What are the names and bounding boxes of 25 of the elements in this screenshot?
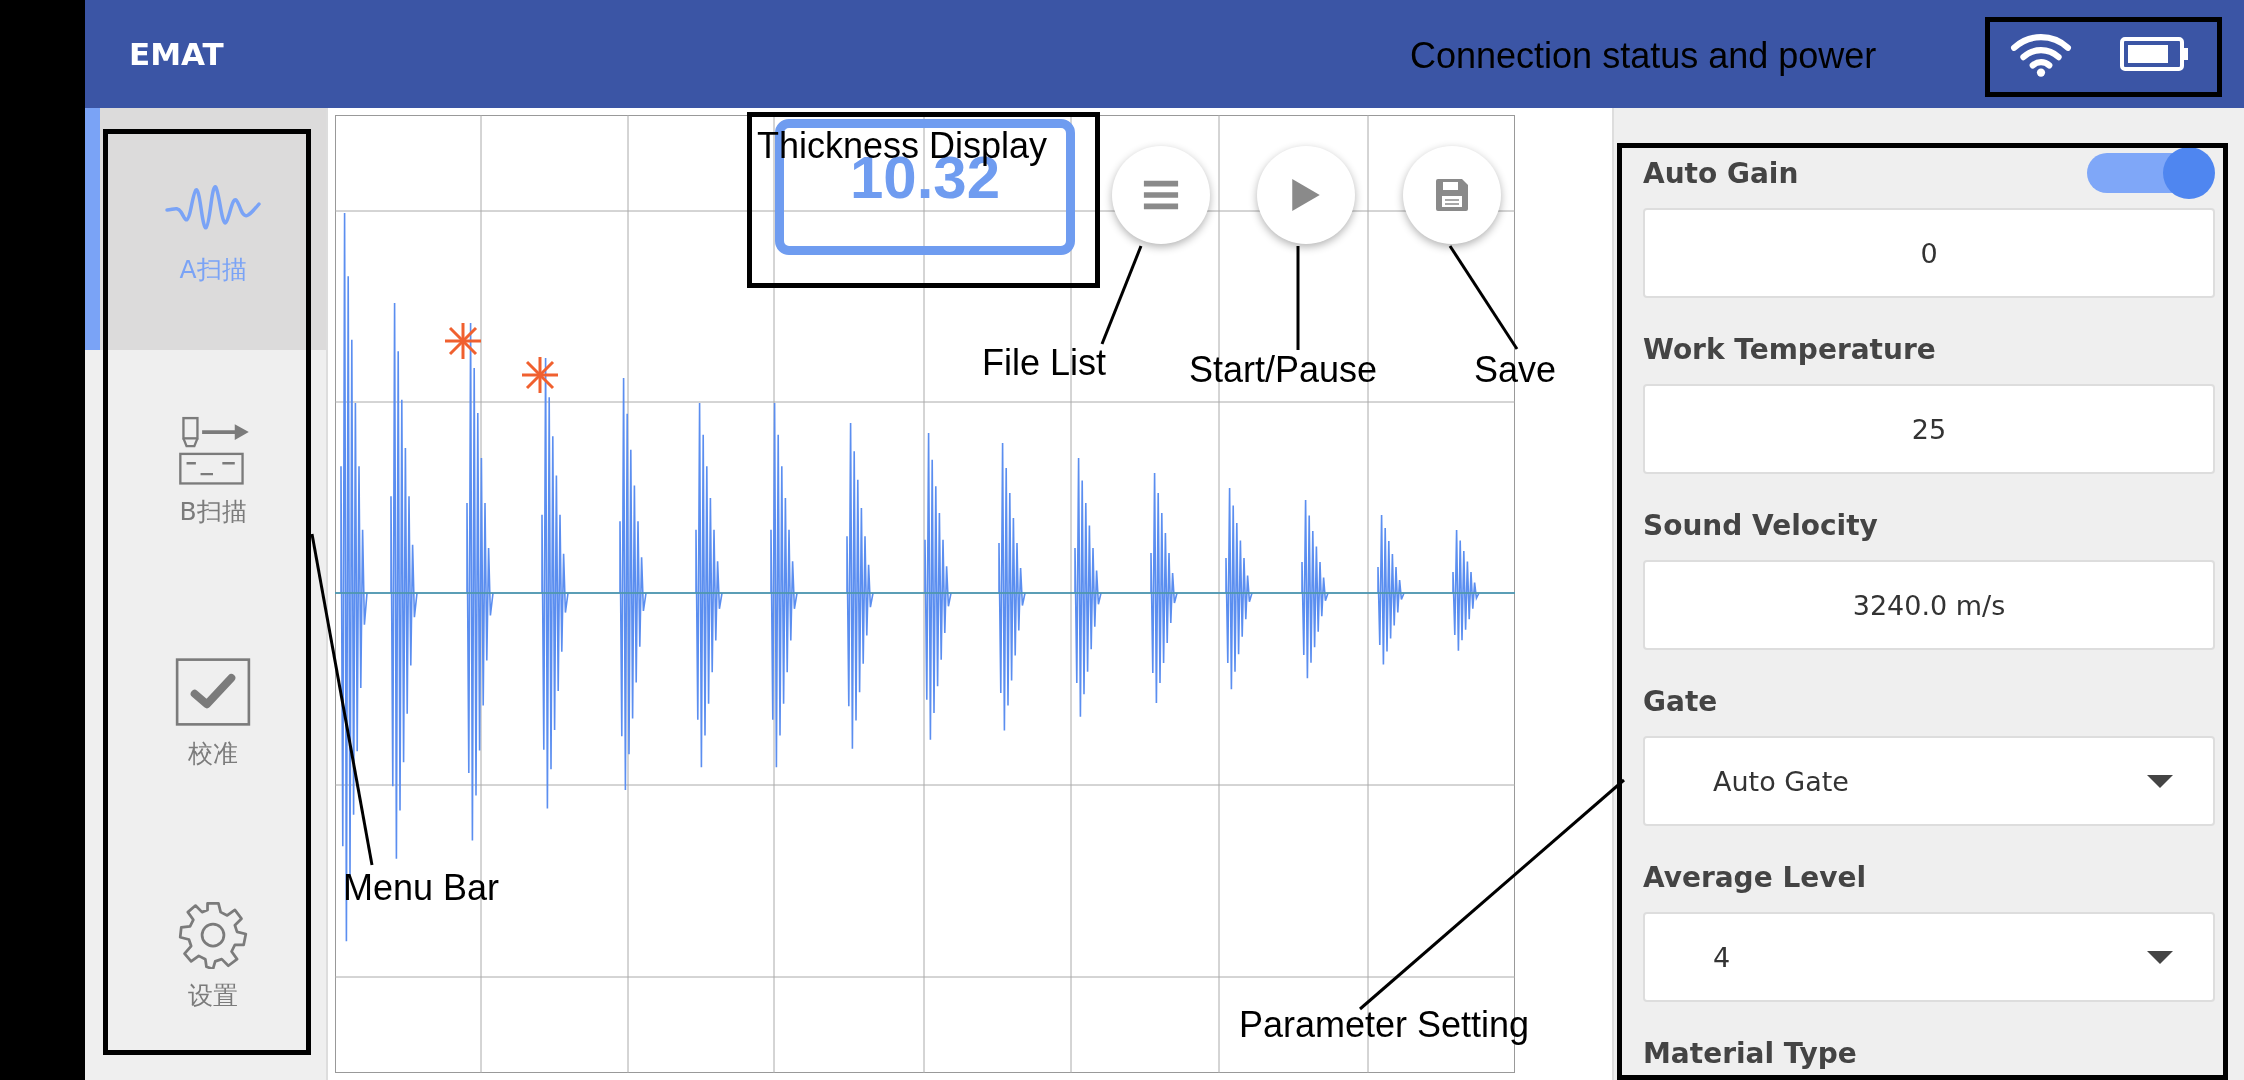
dropdown[interactable]: Auto Gate: [1643, 736, 2215, 826]
annotation-label: Start/Pause: [1189, 350, 1378, 390]
battery-icon: [2120, 37, 2190, 71]
parameter-label: Auto Gain: [1643, 156, 1799, 190]
input-field[interactable]: 25: [1643, 384, 2215, 474]
sidebar-item[interactable]: 设置: [85, 834, 326, 1076]
annotation-label: Connection status and power: [1410, 36, 1877, 76]
parameter-label: Sound Velocity: [1643, 508, 1878, 542]
parameter-label: Material Type: [1643, 1036, 1857, 1070]
caret-icon: [2147, 950, 2173, 964]
sidebar-item[interactable]: B扫描: [85, 350, 326, 592]
sidebar-item[interactable]: 校准: [85, 592, 326, 834]
input-field[interactable]: 3240.0 m/s: [1643, 560, 2215, 650]
caret-icon: [2147, 774, 2173, 788]
annotation-label: Parameter Setting: [1239, 1005, 1530, 1045]
parameter-label: Work Temperature: [1643, 332, 1936, 366]
parameter-label: Average Level: [1643, 860, 1867, 894]
annotation-label: Save: [1474, 350, 1557, 390]
parameter-label: Gate: [1643, 684, 1718, 718]
input-field[interactable]: 0: [1643, 208, 2215, 298]
dropdown[interactable]: 4: [1643, 912, 2215, 1002]
annotation-label: File List: [982, 343, 1107, 383]
app-title: EMAT: [129, 36, 224, 72]
toggle-switch[interactable]: [2087, 147, 2215, 199]
wifi-icon: [2010, 31, 2072, 77]
